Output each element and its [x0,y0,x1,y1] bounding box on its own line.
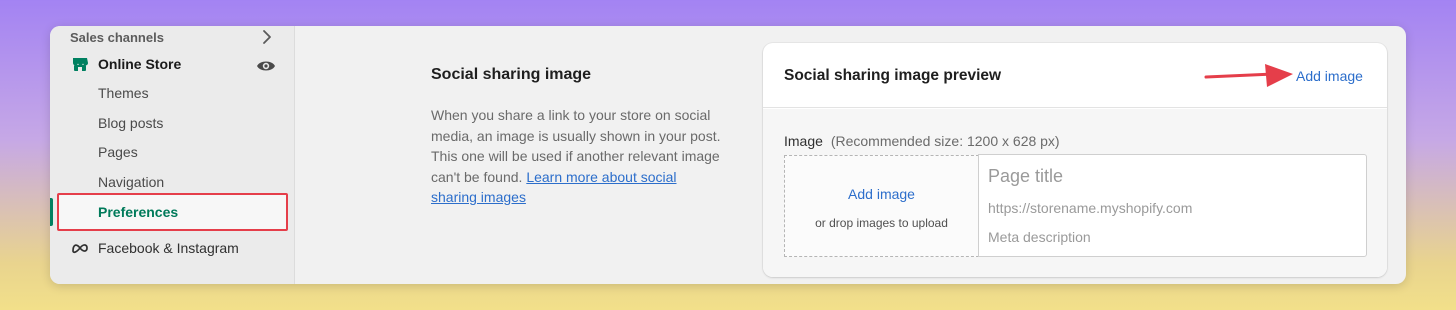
chevron-right-icon[interactable] [259,29,275,45]
section-description: When you share a link to your store on s… [431,105,721,208]
active-indicator [50,198,53,226]
sidebar: Sales channels Online Store Themes Blog … [50,26,295,284]
sales-channels-header[interactable]: Sales channels [70,28,275,46]
preview-card: Social sharing image preview Add image I… [763,43,1387,277]
sidebar-item-label: Facebook & Instagram [98,240,239,256]
sidebar-item-pages[interactable]: Pages [98,140,138,164]
arrow-annotation-icon [1204,64,1293,87]
image-label: Image [784,133,823,149]
link-preview: Page title https://storename.myshopify.c… [978,154,1367,257]
image-dropzone[interactable]: Add image or drop images to upload [784,155,979,257]
store-icon [70,54,90,74]
card-body: Image (Recommended size: 1200 x 628 px) … [763,109,1387,277]
card-title: Social sharing image preview [784,67,1002,84]
add-image-link[interactable]: Add image [1296,68,1363,84]
card-header: Social sharing image preview Add image [763,43,1387,108]
dropzone-add-image-button[interactable]: Add image [785,186,978,202]
sidebar-item-online-store[interactable]: Online Store [70,50,280,78]
preview-title: Page title [988,166,1064,186]
meta-icon [70,238,90,258]
highlight-box [57,193,288,231]
preview-url: https://storename.myshopify.com [988,200,1193,216]
dropzone-hint: or drop images to upload [815,216,948,230]
image-field-label: Image (Recommended size: 1200 x 628 px) [784,133,1060,149]
sidebar-item-themes[interactable]: Themes [98,81,149,105]
sidebar-item-blog-posts[interactable]: Blog posts [98,111,163,135]
sidebar-item-label: Online Store [98,56,182,72]
sidebar-item-facebook-instagram[interactable]: Facebook & Instagram [70,234,280,262]
sidebar-item-navigation[interactable]: Navigation [98,170,164,194]
section-title: Social sharing image [431,66,592,83]
eye-icon[interactable] [256,58,276,74]
preview-meta-description: Meta description [988,229,1091,245]
app-window: Sales channels Online Store Themes Blog … [50,26,1406,284]
sales-channels-label: Sales channels [70,29,164,45]
recommended-size: (Recommended size: 1200 x 628 px) [830,133,1060,149]
